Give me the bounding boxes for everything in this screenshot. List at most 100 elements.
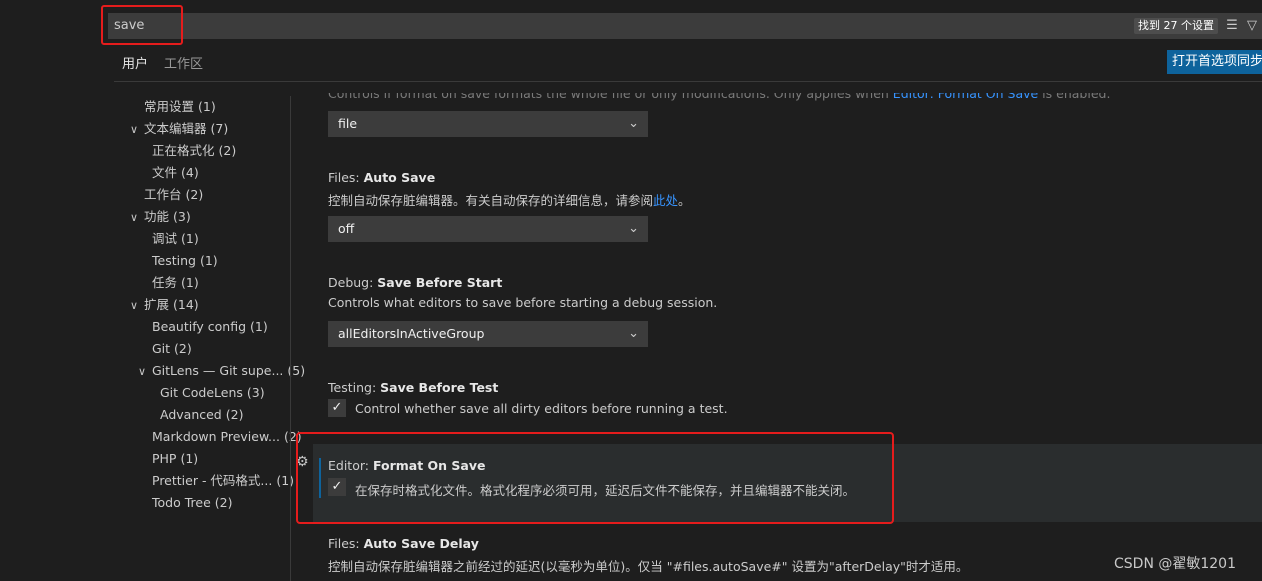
tab-workspace[interactable]: 工作区 <box>156 52 211 82</box>
setting-name: Save Before Start <box>377 275 503 290</box>
toc-item-text-editor[interactable]: ∨ 文本编辑器 (7) <box>130 118 228 140</box>
toc-item-count: (2) <box>225 407 244 422</box>
format-on-save-mode-description: Controls if format on save formats the w… <box>328 86 1111 101</box>
toc-item-prettier[interactable]: Prettier - 代码格式... (1) <box>152 470 294 492</box>
chevron-down-icon: ⌄ <box>628 326 639 341</box>
toc-item-label: 任务 <box>152 275 178 290</box>
setting-description-save-before-start: Controls what editors to save before sta… <box>328 295 718 310</box>
toc-item-count: (1) <box>199 253 218 268</box>
setting-category: Testing: <box>328 380 381 395</box>
toc-item-label: 调试 <box>152 231 178 246</box>
toc-item-label: PHP <box>152 451 177 466</box>
toc-item-workbench[interactable]: 工作台 (2) <box>130 184 203 206</box>
auto-save-select[interactable]: off ⌄ <box>328 216 648 242</box>
toc-item-count: (1) <box>198 99 216 114</box>
format-on-save-mode-select[interactable]: file ⌄ <box>328 111 648 137</box>
toc-item-label: 文件 <box>152 165 178 180</box>
chevron-down-icon: ⌄ <box>628 116 639 131</box>
toc-item-extensions[interactable]: ∨ 扩展 (14) <box>130 294 199 316</box>
toc-item-label: 功能 <box>144 209 170 224</box>
toc-item-count: (4) <box>181 165 199 180</box>
toc-item-formatting[interactable]: 正在格式化 (2) <box>152 140 236 162</box>
toc-item-label: Markdown Preview... <box>152 429 280 444</box>
setting-title-save-before-start: Debug: Save Before Start <box>328 275 502 290</box>
desc-text: Controls if format on save formats the w… <box>328 86 893 101</box>
save-before-start-select[interactable]: allEditorsInActiveGroup ⌄ <box>328 321 648 347</box>
setting-name: Save Before Test <box>380 380 499 395</box>
toc-item-count: (1) <box>181 231 199 246</box>
toc-item-count: (14) <box>173 297 199 312</box>
select-value: off <box>338 221 355 236</box>
toc-item-count: (2) <box>174 341 192 356</box>
toc-item-count: (1) <box>181 275 199 290</box>
desc-text: is enabled. <box>1038 86 1111 101</box>
toc-item-count: (1) <box>180 451 199 466</box>
toc-item-label: Git CodeLens <box>160 385 243 400</box>
toc-item-features[interactable]: ∨ 功能 (3) <box>130 206 191 228</box>
setting-category: Files: <box>328 536 364 551</box>
toc-item-count: (2) <box>214 495 233 510</box>
toc-item-todo-tree[interactable]: Todo Tree (2) <box>152 492 232 514</box>
toc-item-label: Prettier - 代码格式... <box>152 473 273 488</box>
toc-item-label: GitLens — Git supe... <box>152 363 284 378</box>
settings-scope-tabs: 用户 工作区 <box>114 52 211 82</box>
toc-item-count: (7) <box>210 121 229 136</box>
toc-item-advanced[interactable]: Advanced (2) <box>160 404 243 426</box>
toc-item-label: 工作台 <box>144 187 182 202</box>
toc-item-count: (3) <box>173 209 191 224</box>
setting-description-auto-save-delay: 控制自动保存脏编辑器之前经过的延迟(以毫秒为单位)。仅当 "#files.aut… <box>328 559 969 574</box>
turn-on-settings-sync-button[interactable]: 打开首选项同步 <box>1167 50 1262 74</box>
toc-item-label: Advanced <box>160 407 222 422</box>
toc-item-count: (1) <box>250 319 268 334</box>
filter-icon[interactable]: ▽ <box>1244 17 1260 35</box>
toc-item-label: 文本编辑器 <box>144 121 207 136</box>
toc-item-debug[interactable]: 调试 (1) <box>152 228 199 250</box>
toc-item-count: (2) <box>218 143 237 158</box>
toc-item-label: Testing <box>152 253 196 268</box>
toc-item-label: Todo Tree <box>152 495 211 510</box>
toc-item-count: (3) <box>246 385 265 400</box>
setting-title-save-before-test: Testing: Save Before Test <box>328 380 498 395</box>
toc-item-label: 常用设置 <box>144 99 195 114</box>
select-value: file <box>338 116 358 131</box>
toc-item-label: 正在格式化 <box>152 143 215 158</box>
toc-item-git-codelens[interactable]: Git CodeLens (3) <box>160 382 265 404</box>
chevron-expanded-icon[interactable]: ∨ <box>130 295 144 317</box>
setting-category: Files: <box>328 170 364 185</box>
auto-save-docs-link[interactable]: 此处 <box>653 193 678 208</box>
watermark: CSDN @翟敏1201 <box>1114 556 1236 572</box>
desc-text: 控制自动保存脏编辑器。有关自动保存的详细信息，请参阅 <box>328 193 654 208</box>
toc-item-php[interactable]: PHP (1) <box>152 448 198 470</box>
toc-item-label: 扩展 <box>144 297 170 312</box>
settings-search-input[interactable] <box>114 13 1014 39</box>
tab-user[interactable]: 用户 <box>114 52 157 82</box>
chevron-expanded-icon[interactable]: ∨ <box>130 207 144 229</box>
setting-title-auto-save-delay: Files: Auto Save Delay <box>328 536 479 551</box>
search-result-count-badge: 找到 27 个设置 <box>1134 18 1218 34</box>
toc-item-testing[interactable]: Testing (1) <box>152 250 218 272</box>
settings-toc-tree: 常用设置 (1) ∨ 文本编辑器 (7) 正在格式化 (2) 文件 (4) 工作台… <box>114 96 305 581</box>
toc-item-commonly-used[interactable]: 常用设置 (1) <box>130 96 216 118</box>
setting-description-auto-save: 控制自动保存脏编辑器。有关自动保存的详细信息，请参阅此处。 <box>328 190 691 209</box>
chevron-down-icon: ⌄ <box>628 221 639 236</box>
save-before-test-checkbox[interactable]: ✓ <box>328 399 346 417</box>
setting-link[interactable]: Editor: Format On Save <box>893 93 1038 101</box>
toc-item-count: (2) <box>185 187 204 202</box>
select-value: allEditorsInActiveGroup <box>338 326 485 341</box>
setting-name: Auto Save <box>363 170 436 185</box>
settings-search-bar: 找到 27 个设置 ☰ ▽ <box>108 13 1262 39</box>
chevron-expanded-icon[interactable]: ∨ <box>130 119 144 141</box>
setting-category: Debug: <box>328 275 378 290</box>
chevron-expanded-icon[interactable]: ∨ <box>138 361 152 383</box>
desc-text: 。 <box>678 193 691 208</box>
clear-filter-list-icon[interactable]: ☰ <box>1224 17 1240 35</box>
toc-item-markdown-preview[interactable]: Markdown Preview... (2) <box>152 426 302 448</box>
toc-item-tasks[interactable]: 任务 (1) <box>152 272 199 294</box>
toc-item-git[interactable]: Git (2) <box>152 338 192 360</box>
format-on-save-highlight-annotation <box>296 432 894 524</box>
toc-item-files[interactable]: 文件 (4) <box>152 162 199 184</box>
search-highlight-annotation <box>101 5 183 45</box>
toc-item-beautify-config[interactable]: Beautify config (1) <box>152 316 268 338</box>
toc-item-label: Git <box>152 341 171 356</box>
toc-item-gitlens[interactable]: ∨ GitLens — Git supe... (5) <box>138 360 305 382</box>
